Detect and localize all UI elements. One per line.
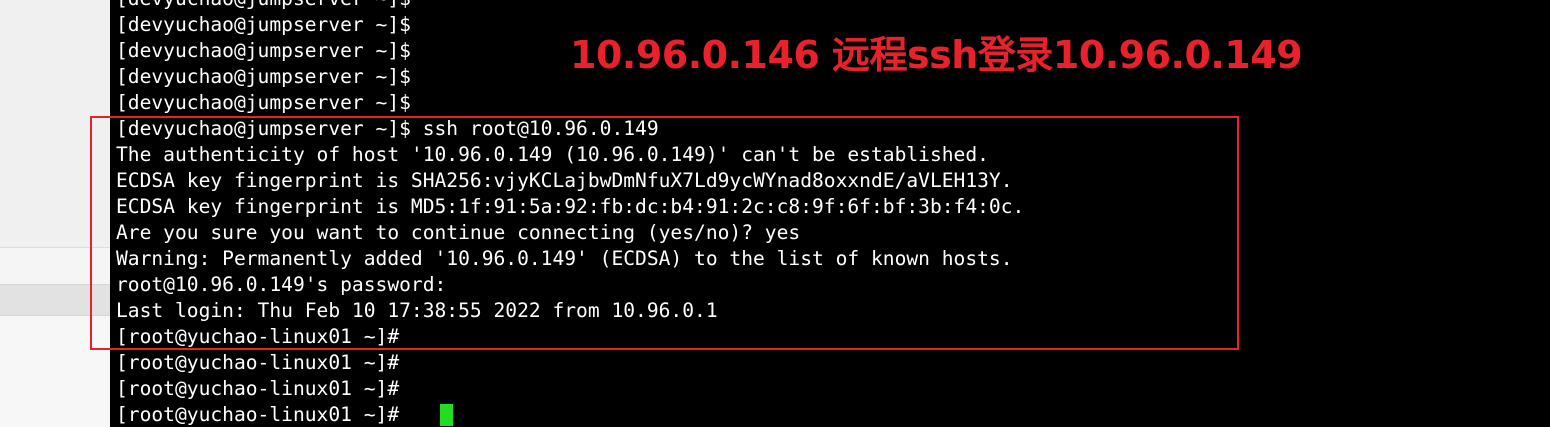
- terminal-line: [root@yuchao-linux01 ~]#: [116, 351, 400, 374]
- terminal-line: [devyuchao@jumpserver ~]$: [116, 65, 411, 88]
- sidebar-selected-item[interactable]: [0, 284, 110, 316]
- sidebar-top-area: [0, 0, 110, 247]
- terminal-line: [devyuchao@jumpserver ~]$: [116, 39, 411, 62]
- terminal-line: [devyuchao@jumpserver ~]$: [116, 13, 411, 36]
- terminal-line-ssh-command: [devyuchao@jumpserver ~]$ ssh root@10.96…: [116, 117, 659, 140]
- terminal-line: Are you sure you want to continue connec…: [116, 221, 801, 244]
- terminal-line: The authenticity of host '10.96.0.149 (1…: [116, 143, 989, 166]
- terminal-cursor: [440, 404, 453, 426]
- terminal-line: ECDSA key fingerprint is SHA256:vjyKCLaj…: [116, 169, 1013, 192]
- terminal-line: [root@yuchao-linux01 ~]#: [116, 377, 400, 400]
- sidebar-divider: [0, 247, 110, 248]
- terminal-line-current-prompt: [root@yuchao-linux01 ~]#: [116, 403, 400, 426]
- terminal-line: ECDSA key fingerprint is MD5:1f:91:5a:92…: [116, 195, 1025, 218]
- terminal-line: Last login: Thu Feb 10 17:38:55 2022 fro…: [116, 299, 718, 322]
- terminal-line: [root@yuchao-linux01 ~]#: [116, 325, 400, 348]
- terminal-line: [devyuchao@jumpserver ~]$: [116, 0, 411, 12]
- terminal-line-password-prompt: root@10.96.0.149's password:: [116, 273, 447, 296]
- left-sidebar-panel: [0, 0, 110, 427]
- annotation-title: 10.96.0.146 远程ssh登录10.96.0.149: [570, 33, 1303, 77]
- sidebar-bottom-area: [0, 316, 110, 427]
- terminal-line: [devyuchao@jumpserver ~]$: [116, 91, 411, 114]
- terminal-line: Warning: Permanently added '10.96.0.149'…: [116, 247, 1013, 270]
